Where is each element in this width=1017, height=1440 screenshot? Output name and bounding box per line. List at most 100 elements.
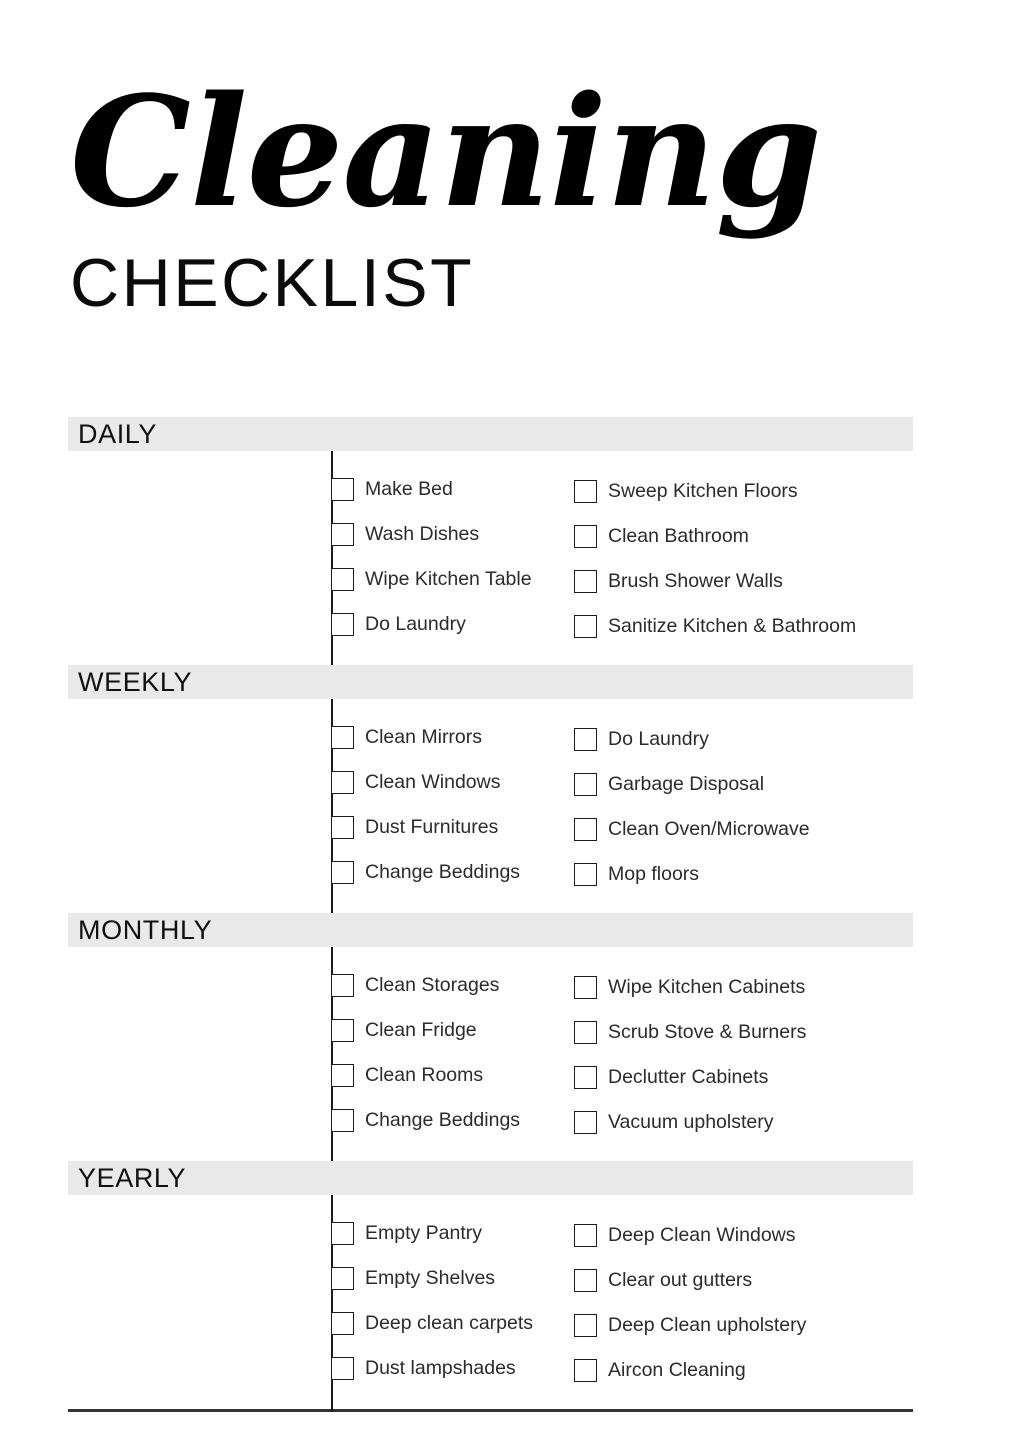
checklist-item[interactable]: Aircon Cleaning [574, 1348, 904, 1393]
checkbox-icon[interactable] [574, 1269, 597, 1292]
section-columns: Empty Pantry Empty Shelves Deep clean carp… [68, 1211, 913, 1393]
checklist-item-label: Clean Bathroom [608, 524, 749, 547]
checklist-item-label: Sweep Kitchen Floors [608, 479, 798, 502]
checklist-column-left: Clean Storages Clean Fridge Clean Rooms Cha… [331, 963, 574, 1145]
checkbox-icon[interactable] [574, 525, 597, 548]
checkbox-icon[interactable] [574, 1224, 597, 1247]
checklist-item[interactable]: Mop floors [574, 852, 904, 897]
checklist-item[interactable]: Clean Rooms [331, 1053, 574, 1098]
checkbox-icon[interactable] [331, 523, 354, 546]
checkbox-icon[interactable] [574, 818, 597, 841]
checklist-item[interactable]: Dust lampshades [331, 1346, 574, 1391]
checklist-item[interactable]: Make Bed [331, 467, 574, 512]
checkbox-icon[interactable] [331, 726, 354, 749]
checkbox-icon[interactable] [574, 728, 597, 751]
checkbox-icon[interactable] [331, 1109, 354, 1132]
checkbox-icon[interactable] [574, 976, 597, 999]
checkbox-icon[interactable] [331, 974, 354, 997]
checklist-item[interactable]: Wipe Kitchen Cabinets [574, 965, 904, 1010]
checklist-item[interactable]: Wash Dishes [331, 512, 574, 557]
checklist-column-left: Clean Mirrors Clean Windows Dust Furniture… [331, 715, 574, 897]
checklist-item-label: Deep Clean upholstery [608, 1313, 807, 1336]
checklist-column-left: Empty Pantry Empty Shelves Deep clean carp… [331, 1211, 574, 1393]
checklist-item-label: Clean Fridge [365, 1018, 477, 1041]
checklist-item-label: Do Laundry [608, 727, 709, 750]
checklist-item-label: Dust lampshades [365, 1356, 516, 1379]
checklist-item[interactable]: Clean Oven/Microwave [574, 807, 904, 852]
checklist-item[interactable]: Clean Bathroom [574, 514, 904, 559]
checkbox-icon[interactable] [331, 478, 354, 501]
checkbox-icon[interactable] [331, 1267, 354, 1290]
checklist-item-label: Clear out gutters [608, 1268, 753, 1291]
checkbox-icon[interactable] [331, 613, 354, 636]
checkbox-icon[interactable] [331, 1357, 354, 1380]
checklist-item-label: Scrub Stove & Burners [608, 1020, 807, 1043]
checklist-item-label: Deep clean carpets [365, 1311, 534, 1334]
checklist-section-daily: DAILY Make Bed Wash Dishes Wipe Kitchen Tab… [68, 417, 913, 665]
checklist-item-label: Brush Shower Walls [608, 569, 783, 592]
checklist-sheet: DAILY Make Bed Wash Dishes Wipe Kitchen Tab… [68, 417, 913, 1412]
checklist-item-label: Garbage Disposal [608, 772, 765, 795]
checklist-item[interactable]: Clear out gutters [574, 1258, 904, 1303]
checklist-column-right: Deep Clean Windows Clear out gutters Deep … [574, 1211, 904, 1393]
checkbox-icon[interactable] [331, 1019, 354, 1042]
checklist-item[interactable]: Deep clean carpets [331, 1301, 574, 1346]
section-heading: WEEKLY [78, 666, 193, 697]
checkbox-icon[interactable] [574, 863, 597, 886]
section-columns: Clean Storages Clean Fridge Clean Rooms Cha… [68, 963, 913, 1145]
checklist-item-label: Wash Dishes [365, 522, 480, 545]
checkbox-icon[interactable] [331, 861, 354, 884]
checklist-item[interactable]: Declutter Cabinets [574, 1055, 904, 1100]
checklist-item[interactable]: Do Laundry [331, 602, 574, 647]
checklist-item[interactable]: Do Laundry [574, 717, 904, 762]
checkbox-icon[interactable] [331, 1312, 354, 1335]
checklist-item[interactable]: Empty Pantry [331, 1211, 574, 1256]
checkbox-icon[interactable] [574, 1359, 597, 1382]
checkbox-icon[interactable] [331, 771, 354, 794]
checklist-item[interactable]: Deep Clean Windows [574, 1213, 904, 1258]
checklist-column-right: Wipe Kitchen Cabinets Scrub Stove & Burne… [574, 963, 904, 1145]
checklist-item[interactable]: Brush Shower Walls [574, 559, 904, 604]
checklist-item[interactable]: Scrub Stove & Burners [574, 1010, 904, 1055]
checklist-item[interactable]: Vacuum upholstery [574, 1100, 904, 1145]
checklist-item-label: Wipe Kitchen Table [365, 567, 532, 590]
checkbox-icon[interactable] [331, 1064, 354, 1087]
section-header-band: YEARLY [68, 1161, 913, 1195]
checklist-item[interactable]: Sweep Kitchen Floors [574, 469, 904, 514]
section-heading: MONTHLY [78, 914, 213, 945]
checkbox-icon[interactable] [574, 615, 597, 638]
checklist-item[interactable]: Clean Storages [331, 963, 574, 1008]
checkbox-icon[interactable] [331, 568, 354, 591]
checklist-item[interactable]: Change Beddings [331, 850, 574, 895]
checklist-item[interactable]: Clean Windows [331, 760, 574, 805]
checklist-section-yearly: YEARLY Empty Pantry Empty Shelves Deep clea… [68, 1161, 913, 1409]
checklist-item-label: Clean Storages [365, 973, 500, 996]
checklist-item-label: Change Beddings [365, 1108, 521, 1131]
checklist-item[interactable]: Garbage Disposal [574, 762, 904, 807]
checklist-item[interactable]: Dust Furnitures [331, 805, 574, 850]
checklist-item-label: Clean Rooms [365, 1063, 484, 1086]
checkbox-icon[interactable] [574, 480, 597, 503]
checkbox-icon[interactable] [574, 1111, 597, 1134]
section-header-band: WEEKLY [68, 665, 913, 699]
checkbox-icon[interactable] [331, 816, 354, 839]
checklist-item-label: Dust Furnitures [365, 815, 499, 838]
checklist-item[interactable]: Sanitize Kitchen & Bathroom [574, 604, 904, 649]
checkbox-icon[interactable] [331, 1222, 354, 1245]
checklist-item[interactable]: Deep Clean upholstery [574, 1303, 904, 1348]
checklist-item[interactable]: Clean Mirrors [331, 715, 574, 760]
checkbox-icon[interactable] [574, 1021, 597, 1044]
checklist-item-label: Clean Windows [365, 770, 501, 793]
checklist-item[interactable]: Wipe Kitchen Table [331, 557, 574, 602]
section-rows: Clean Storages Clean Fridge Clean Rooms Cha… [68, 947, 913, 1161]
checkbox-icon[interactable] [574, 570, 597, 593]
checkbox-icon[interactable] [574, 1314, 597, 1337]
checklist-item-label: Empty Pantry [365, 1221, 483, 1244]
checkbox-icon[interactable] [574, 773, 597, 796]
checklist-item[interactable]: Empty Shelves [331, 1256, 574, 1301]
checklist-item[interactable]: Clean Fridge [331, 1008, 574, 1053]
checkbox-icon[interactable] [574, 1066, 597, 1089]
checklist-item[interactable]: Change Beddings [331, 1098, 574, 1143]
checklist-item-label: Vacuum upholstery [608, 1110, 774, 1133]
checklist-item-label: Deep Clean Windows [608, 1223, 796, 1246]
